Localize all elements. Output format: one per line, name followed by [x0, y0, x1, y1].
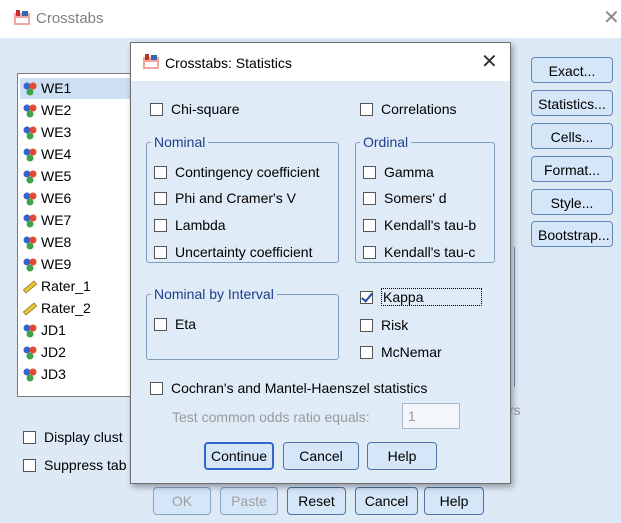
contingency-coefficient-checkbox[interactable]: Contingency coefficient — [154, 164, 320, 180]
paste-button[interactable]: Paste — [220, 487, 278, 515]
list-item[interactable]: WE2 — [22, 100, 71, 121]
phi-cramers-v-checkbox[interactable]: Phi and Cramer's V — [154, 190, 296, 206]
chi-square-checkbox[interactable]: Chi-square — [150, 101, 239, 117]
nominal-variable-icon — [22, 235, 41, 251]
gamma-checkbox[interactable]: Gamma — [363, 164, 434, 180]
lambda-checkbox[interactable]: Lambda — [154, 217, 226, 233]
statistics-button[interactable]: Statistics... — [531, 90, 613, 116]
variable-label: WE9 — [41, 256, 72, 272]
list-item[interactable]: JD1 — [22, 320, 66, 341]
style-button[interactable]: Style... — [531, 189, 613, 215]
nominal-variable-icon — [22, 323, 41, 339]
list-item[interactable]: WE3 — [22, 122, 71, 143]
cancel-main-button[interactable]: Cancel — [355, 487, 418, 515]
list-item[interactable]: JD2 — [22, 342, 66, 363]
variable-label: WE8 — [41, 234, 72, 250]
nominal-variable-icon — [22, 213, 41, 229]
list-item[interactable]: JD3 — [22, 364, 66, 385]
kappa-checkmark-icon — [360, 290, 373, 304]
variable-label: WE5 — [41, 168, 72, 184]
variable-label: WE4 — [41, 146, 72, 162]
spss-app-icon — [14, 10, 30, 25]
risk-checkbox[interactable]: Risk — [360, 317, 408, 333]
variable-label: Rater_1 — [41, 278, 91, 294]
kappa-checkbox[interactable]: Kappa — [358, 286, 493, 308]
main-titlebar: Crosstabs ✕ — [0, 0, 621, 38]
statistics-dialog: Crosstabs: Statistics ✕ Chi-square Corre… — [130, 42, 511, 484]
variable-list[interactable]: WE1 WE2 WE3 WE4 WE5 WE6 WE7 WE8 WE9 Rater_1 Rater_… — [17, 73, 134, 397]
ordinal-legend: Ordinal — [363, 134, 409, 150]
help-main-button[interactable]: Help — [424, 487, 484, 515]
nominal-variable-icon — [22, 367, 41, 383]
list-item[interactable]: Rater_1 — [22, 276, 91, 297]
odds-ratio-input[interactable]: 1 — [402, 403, 460, 429]
nominal-variable-icon — [22, 125, 41, 141]
suppress-tables-checkbox[interactable]: Suppress tab — [23, 457, 127, 473]
help-dialog-button[interactable]: Help — [367, 442, 437, 470]
test-common-odds-label: Test common odds ratio equals: — [172, 409, 370, 425]
nominal-variable-icon — [22, 81, 41, 97]
list-item[interactable]: WE7 — [22, 210, 71, 231]
main-window-title: Crosstabs — [36, 10, 104, 27]
list-item[interactable]: WE8 — [22, 232, 71, 253]
continue-button[interactable]: Continue — [204, 442, 274, 470]
nominal-variable-icon — [22, 345, 41, 361]
nominal-variable-icon — [22, 191, 41, 207]
eta-checkbox[interactable]: Eta — [154, 316, 196, 332]
nominal-variable-icon — [22, 169, 41, 185]
list-item[interactable]: WE4 — [22, 144, 71, 165]
nominal-variable-icon — [22, 257, 41, 273]
cells-button[interactable]: Cells... — [531, 123, 613, 149]
list-item[interactable]: WE1 — [20, 78, 132, 99]
bootstrap-button[interactable]: Bootstrap... — [531, 221, 613, 247]
nominal-by-interval-legend: Nominal by Interval — [154, 286, 274, 302]
nominal-variable-icon — [22, 147, 41, 163]
list-item[interactable]: WE9 — [22, 254, 71, 275]
nominal-variable-icon — [22, 103, 41, 119]
uncertainty-coefficient-checkbox[interactable]: Uncertainty coefficient — [154, 244, 312, 260]
variable-label: WE3 — [41, 124, 72, 140]
list-item[interactable]: WE5 — [22, 166, 71, 187]
correlations-checkbox[interactable]: Correlations — [360, 101, 456, 117]
variable-label: WE2 — [41, 102, 72, 118]
format-button[interactable]: Format... — [531, 156, 613, 182]
display-clustered-checkbox[interactable]: Display clust — [23, 429, 123, 445]
scale-variable-icon — [22, 279, 41, 295]
scale-variable-icon — [22, 301, 41, 317]
spss-dialog-icon — [143, 54, 159, 69]
reset-button[interactable]: Reset — [287, 487, 346, 515]
cochran-mantel-haenszel-checkbox[interactable]: Cochran's and Mantel-Haenszel statistics — [150, 380, 427, 396]
list-item[interactable]: WE6 — [22, 188, 71, 209]
list-item[interactable]: Rater_2 — [22, 298, 91, 319]
variable-label: JD2 — [41, 344, 66, 360]
cancel-dialog-button[interactable]: Cancel — [283, 442, 359, 470]
main-close-icon[interactable]: ✕ — [603, 8, 620, 28]
dialog-close-icon[interactable]: ✕ — [481, 52, 498, 72]
variable-label: Rater_2 — [41, 300, 91, 316]
variable-label: WE6 — [41, 190, 72, 206]
dialog-title: Crosstabs: Statistics — [165, 55, 292, 71]
dialog-titlebar: Crosstabs: Statistics ✕ — [131, 43, 510, 81]
exact-button[interactable]: Exact... — [531, 57, 613, 83]
variable-label: JD3 — [41, 366, 66, 382]
kendalls-tau-c-checkbox[interactable]: Kendall's tau-c — [363, 244, 475, 260]
ok-button[interactable]: OK — [153, 487, 211, 515]
variable-label: WE1 — [41, 80, 72, 96]
mcnemar-checkbox[interactable]: McNemar — [360, 344, 442, 360]
variable-label: JD1 — [41, 322, 66, 338]
somers-d-checkbox[interactable]: Somers' d — [363, 190, 447, 206]
nominal-legend: Nominal — [154, 134, 206, 150]
variable-label: WE7 — [41, 212, 72, 228]
kendalls-tau-b-checkbox[interactable]: Kendall's tau-b — [363, 217, 476, 233]
